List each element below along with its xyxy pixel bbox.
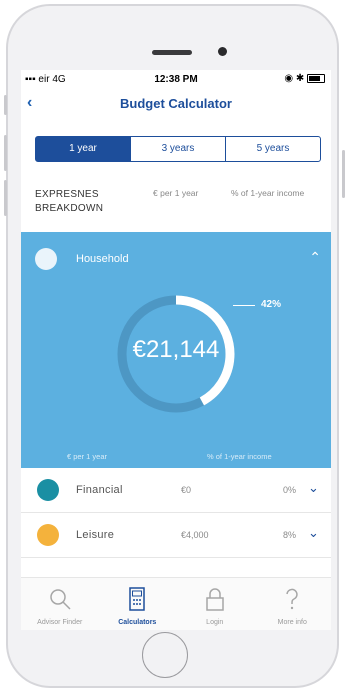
list-item-financial[interactable]: Financial €0 0% ⌄ <box>21 468 331 513</box>
column-header-per-year: € per 1 year <box>153 188 199 198</box>
tab-label-calculators: Calculators <box>118 619 157 626</box>
volume-down-button <box>4 180 7 216</box>
status-icons: ◉ ✱ <box>284 73 325 84</box>
tab-3-years[interactable]: 3 years <box>131 137 226 161</box>
app-screen: ▪▪▪ eir 4G 12:38 PM ◉ ✱ ‹ Budget Calcula… <box>21 70 331 630</box>
financial-value: €0 <box>181 485 192 495</box>
financial-icon <box>37 479 59 501</box>
household-foot-per-year: € per 1 year <box>67 452 108 461</box>
status-bar: ▪▪▪ eir 4G 12:38 PM ◉ ✱ <box>21 70 331 88</box>
household-icon <box>35 248 57 270</box>
tab-more-info[interactable]: More info <box>254 578 332 630</box>
leisure-icon <box>37 524 59 546</box>
home-button[interactable] <box>142 632 188 678</box>
leisure-value: €4,000 <box>181 530 209 540</box>
page-title: Budget Calculator <box>120 96 232 111</box>
tab-label-advisor-finder: Advisor Finder <box>37 619 83 626</box>
tab-calculators[interactable]: Calculators <box>99 578 177 630</box>
percent-leader-line <box>233 305 255 306</box>
chevron-down-icon[interactable]: ⌄ <box>308 480 319 496</box>
power-button <box>342 150 345 198</box>
mute-switch <box>4 95 7 115</box>
tab-bar: Advisor Finder Calculators Login More in… <box>21 577 331 630</box>
tab-login[interactable]: Login <box>176 578 254 630</box>
tab-advisor-finder[interactable]: Advisor Finder <box>21 578 99 630</box>
tab-label-more-info: More info <box>277 619 307 626</box>
front-camera <box>218 47 227 56</box>
financial-label: Financial <box>76 484 123 496</box>
list-item-leisure[interactable]: Leisure €4,000 8% ⌄ <box>21 513 331 558</box>
financial-percent: 0% <box>283 485 297 495</box>
household-label: Household <box>76 253 129 265</box>
household-percent: 42% <box>261 299 282 310</box>
expenses-heading-line2: BREAKDOWN <box>35 203 104 214</box>
chevron-down-icon[interactable]: ⌄ <box>308 525 319 541</box>
bluetooth-icon: ✱ <box>295 73 305 84</box>
volume-up-button <box>4 135 7 171</box>
chevron-up-icon[interactable]: ⌃ <box>309 249 321 266</box>
household-panel: Household ⌃ €21,144 42% € per 1 year % o… <box>21 232 331 468</box>
question-icon <box>286 588 298 610</box>
column-header-percent: % of 1-year income <box>231 188 305 198</box>
period-selector: 1 year 3 years 5 years <box>35 136 321 162</box>
expenses-heading: EXPRESNES BREAKDOWN <box>35 188 103 216</box>
household-foot-percent: % of 1-year income <box>207 452 272 461</box>
speaker <box>152 50 192 55</box>
lock-icon <box>206 588 224 611</box>
household-amount: €21,144 <box>132 336 220 363</box>
search-icon <box>50 589 71 610</box>
tab-1-year[interactable]: 1 year <box>36 137 131 161</box>
battery-icon <box>307 73 325 83</box>
leisure-percent: 8% <box>283 530 297 540</box>
tab-5-years[interactable]: 5 years <box>226 137 320 161</box>
expenses-heading-line1: EXPRESNES <box>35 189 99 200</box>
tab-label-login: Login <box>206 619 224 626</box>
alarm-icon: ◉ <box>284 73 294 84</box>
leisure-label: Leisure <box>76 529 115 541</box>
nav-bar: ‹ Budget Calculator <box>21 92 331 116</box>
calculator-icon <box>129 587 145 611</box>
